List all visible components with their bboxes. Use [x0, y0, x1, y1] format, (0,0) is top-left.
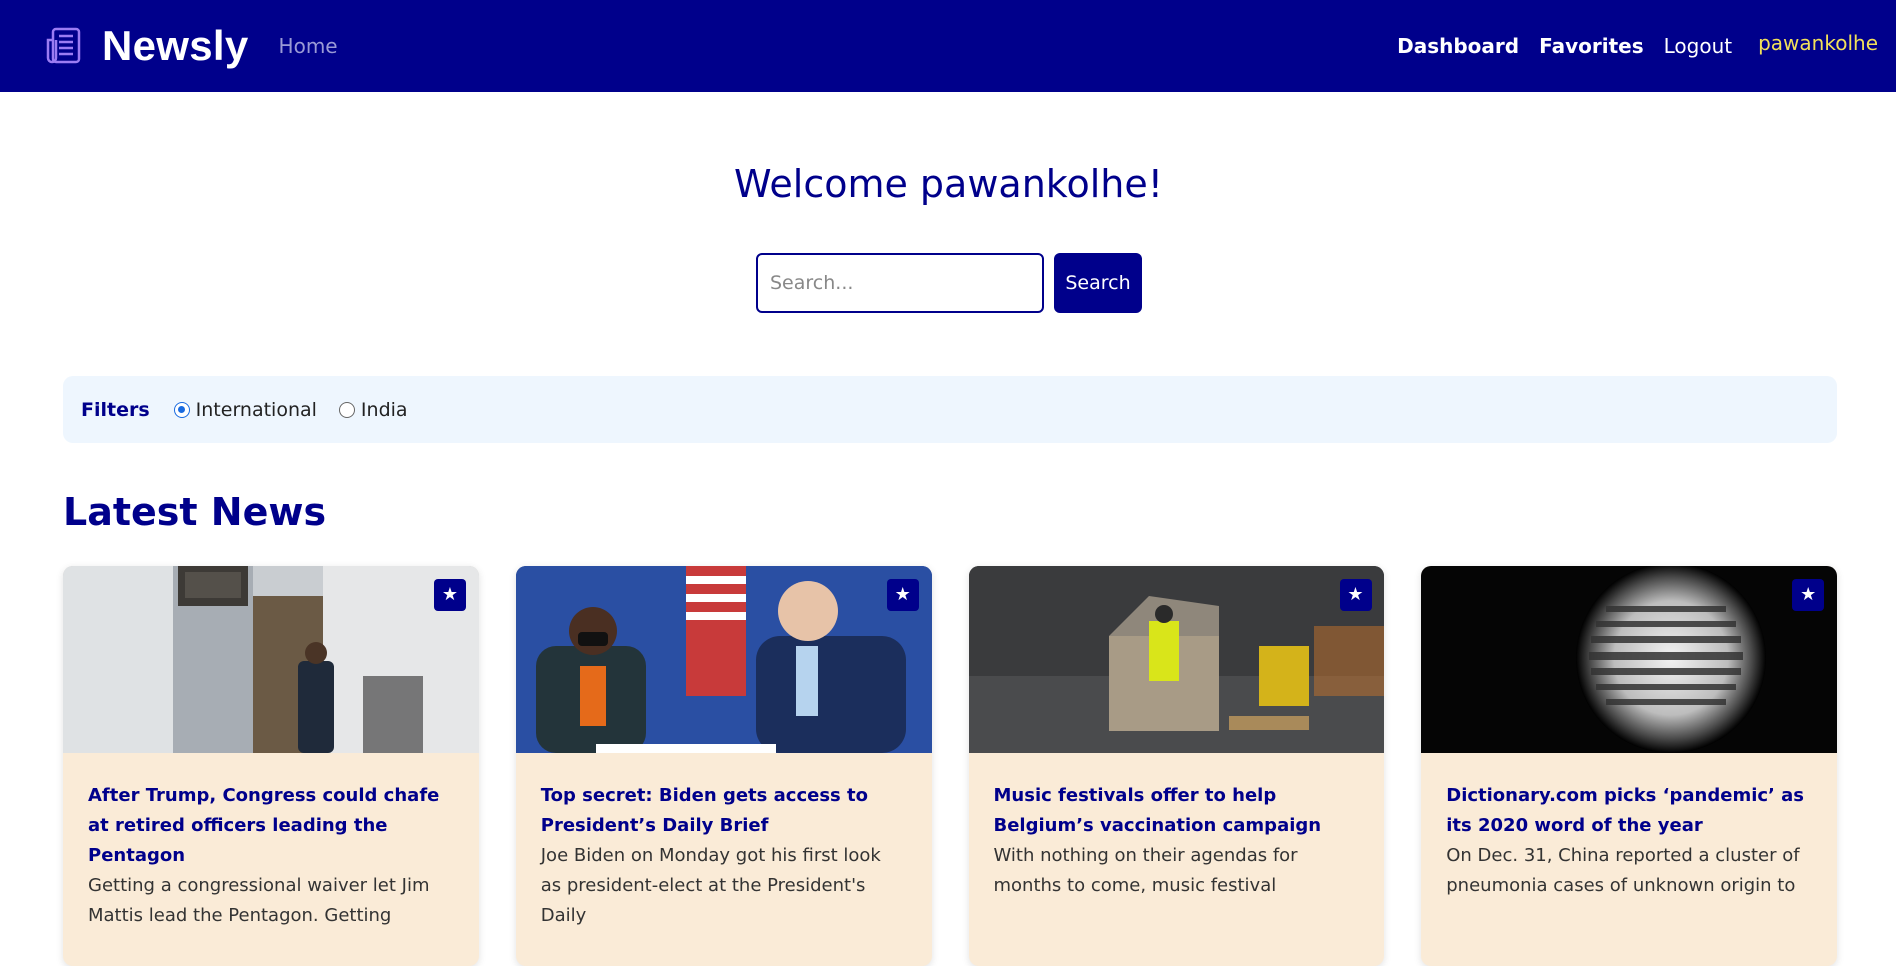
- news-card-title[interactable]: Dictionary.com picks ‘pandemic’ as its 2…: [1446, 781, 1812, 841]
- news-card-grid: ★ After Trump, Congress could chafe at r…: [63, 566, 1837, 966]
- news-card-image[interactable]: ★: [968, 566, 1385, 753]
- photo-biden-harris-icon: [515, 566, 932, 753]
- news-card-description: Getting a congressional waiver let Jim M…: [88, 875, 430, 926]
- welcome-heading: Welcome pawankolhe!: [734, 162, 1163, 206]
- radio-international[interactable]: [173, 401, 190, 418]
- brand-name: Newsly: [102, 22, 249, 69]
- filters-bar: Filters International India: [63, 376, 1837, 443]
- favorite-star-button[interactable]: ★: [434, 579, 466, 611]
- news-card[interactable]: ★ After Trump, Congress could chafe at r…: [63, 566, 479, 966]
- photo-pentagon-icon: [63, 566, 479, 753]
- favorite-star-button[interactable]: ★: [1339, 579, 1372, 611]
- news-card-image[interactable]: ★: [63, 566, 479, 753]
- news-card[interactable]: ★ Dictionary.com picks ‘pandemic’ as its…: [1421, 566, 1837, 966]
- news-card-title[interactable]: After Trump, Congress could chafe at ret…: [88, 781, 454, 871]
- news-card-body: Music festivals offer to help Belgium’s …: [969, 753, 1385, 901]
- favorite-star-button[interactable]: ★: [1792, 579, 1825, 611]
- filter-label-india: India: [360, 398, 408, 421]
- brand-link[interactable]: Newsly: [44, 22, 249, 70]
- nav-username: pawankolhe: [1758, 31, 1878, 55]
- nav-right-group: Dashboard Favorites Logout pawankolhe: [1377, 0, 1878, 92]
- news-card-body: Dictionary.com picks ‘pandemic’ as its 2…: [1421, 753, 1837, 901]
- news-card-body: Top secret: Biden gets access to Preside…: [516, 753, 932, 931]
- news-card-title[interactable]: Top secret: Biden gets access to Preside…: [541, 781, 907, 841]
- nav-home-link[interactable]: Home: [279, 0, 338, 92]
- news-card-title[interactable]: Music festivals offer to help Belgium’s …: [994, 781, 1360, 841]
- photo-magnifier-dictionary-icon: [1421, 566, 1837, 753]
- search-input[interactable]: [756, 253, 1044, 313]
- news-card-description: Joe Biden on Monday got his first look a…: [540, 845, 881, 926]
- news-card-description: With nothing on their agendas for months…: [993, 845, 1298, 896]
- filter-option-international[interactable]: International: [173, 398, 317, 421]
- filter-label-international: International: [195, 398, 317, 421]
- search-button[interactable]: Search: [1054, 253, 1142, 313]
- top-navbar: Newsly Home Dashboard Favorites Logout p…: [0, 0, 1896, 92]
- news-card-image[interactable]: ★: [515, 566, 932, 753]
- news-card[interactable]: ★ Top secret: Biden gets access to Presi…: [515, 566, 932, 966]
- news-card-body: After Trump, Congress could chafe at ret…: [63, 753, 479, 931]
- nav-favorites-link[interactable]: Favorites: [1539, 34, 1644, 58]
- latest-news-heading: Latest News: [63, 490, 327, 534]
- nav-logout-link[interactable]: Logout: [1664, 34, 1732, 58]
- filters-label: Filters: [81, 398, 150, 421]
- filter-option-india[interactable]: India: [338, 398, 408, 421]
- radio-india[interactable]: [338, 401, 355, 418]
- newspaper-icon: [44, 26, 84, 66]
- news-card[interactable]: ★ Music festivals offer to help Belgium’…: [968, 566, 1385, 966]
- nav-dashboard-link[interactable]: Dashboard: [1397, 34, 1519, 58]
- photo-warehouse-icon: [968, 566, 1385, 753]
- search-bar: Search: [756, 253, 1142, 313]
- favorite-star-button[interactable]: ★: [886, 579, 919, 611]
- news-card-description: On Dec. 31, China reported a cluster of …: [1446, 845, 1800, 896]
- news-card-image[interactable]: ★: [1421, 566, 1837, 753]
